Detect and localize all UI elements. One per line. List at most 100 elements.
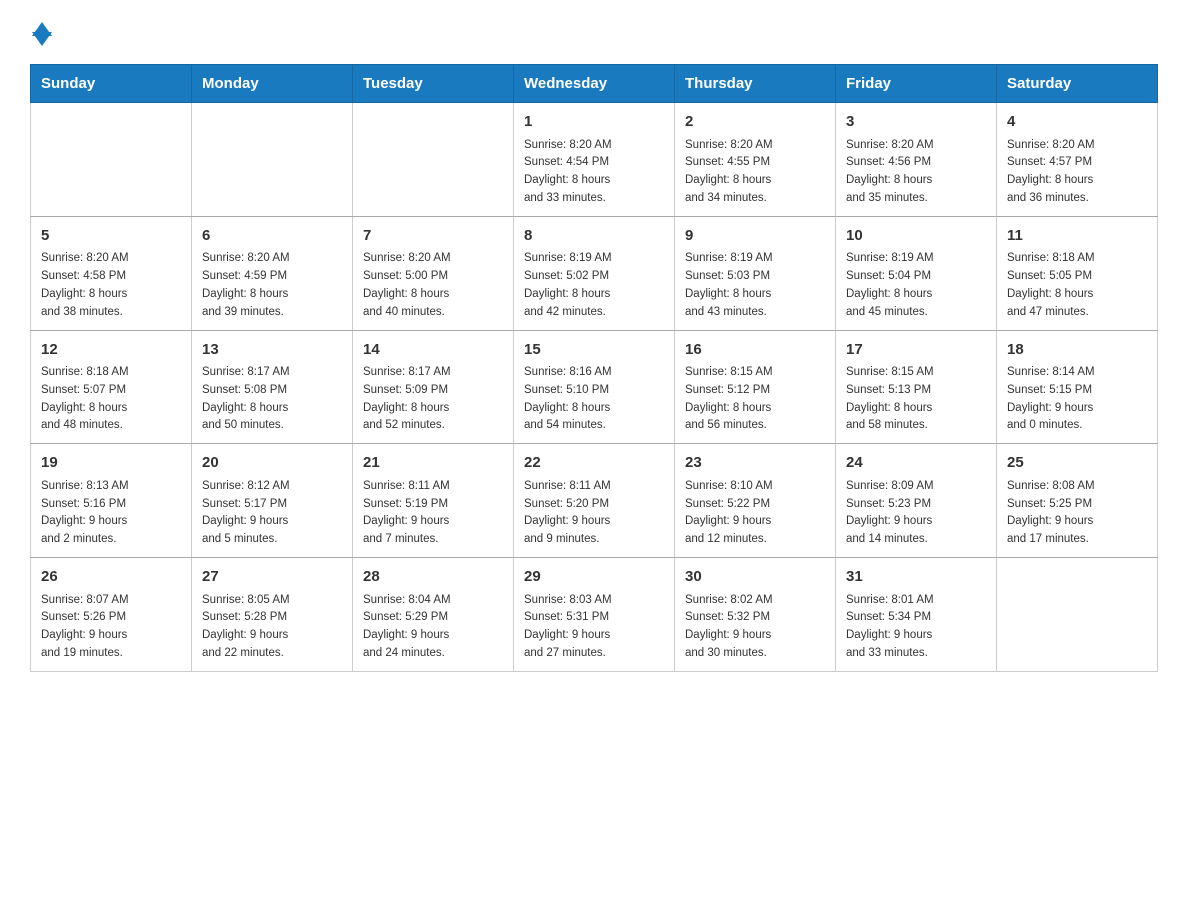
calendar-day: 21Sunrise: 8:11 AMSunset: 5:19 PMDayligh… — [353, 444, 514, 558]
calendar-day — [997, 558, 1158, 672]
calendar-week-4: 26Sunrise: 8:07 AMSunset: 5:26 PMDayligh… — [31, 558, 1158, 672]
calendar-day: 29 Sunrise: 8:03 AMSunset: 5:31 PMDayligh… — [514, 558, 675, 672]
day-number: 15 — [524, 339, 664, 362]
day-number: 3 — [846, 111, 986, 134]
day-number: 27 — [202, 566, 342, 589]
calendar-day — [192, 103, 353, 217]
day-number: 12 — [41, 339, 181, 362]
day-info: Sunrise: 8:19 AMSunset: 5:03 PMDaylight:… — [685, 250, 825, 321]
day-info: Sunrise: 8:07 AMSunset: 5:26 PMDaylight:… — [41, 592, 181, 663]
day-info: Sunrise: 8:19 AMSunset: 5:04 PMDaylight:… — [846, 250, 986, 321]
day-header-thursday: Thursday — [675, 65, 836, 103]
calendar-day — [31, 103, 192, 217]
day-number: 10 — [846, 225, 986, 248]
calendar-table: SundayMondayTuesdayWednesdayThursdayFrid… — [30, 64, 1158, 672]
day-info: Sunrise: 8:11 AMSunset: 5:20 PMDaylight:… — [524, 478, 664, 549]
day-number: 13 — [202, 339, 342, 362]
day-number: 17 — [846, 339, 986, 362]
day-number: 9 — [685, 225, 825, 248]
day-info: Sunrise: 8:20 AMSunset: 4:55 PMDaylight:… — [685, 137, 825, 208]
day-header-tuesday: Tuesday — [353, 65, 514, 103]
day-number: 18 — [1007, 339, 1147, 362]
day-info: Sunrise: 8:04 AMSunset: 5:29 PMDaylight:… — [363, 592, 503, 663]
day-info: Sunrise: 8:05 AMSunset: 5:28 PMDaylight:… — [202, 592, 342, 663]
calendar-day — [353, 103, 514, 217]
day-header-saturday: Saturday — [997, 65, 1158, 103]
calendar-week-3: 19Sunrise: 8:13 AMSunset: 5:16 PMDayligh… — [31, 444, 1158, 558]
day-info: Sunrise: 8:17 AMSunset: 5:08 PMDaylight:… — [202, 364, 342, 435]
day-number: 20 — [202, 452, 342, 475]
day-info: Sunrise: 8:19 AMSunset: 5:02 PMDaylight:… — [524, 250, 664, 321]
day-info: Sunrise: 8:01 AMSunset: 5:34 PMDaylight:… — [846, 592, 986, 663]
day-number: 11 — [1007, 225, 1147, 248]
day-number: 7 — [363, 225, 503, 248]
day-info: Sunrise: 8:15 AMSunset: 5:13 PMDaylight:… — [846, 364, 986, 435]
calendar-day: 26Sunrise: 8:07 AMSunset: 5:26 PMDayligh… — [31, 558, 192, 672]
calendar-day: 1 Sunrise: 8:20 AMSunset: 4:54 PMDaylight… — [514, 103, 675, 217]
day-info: Sunrise: 8:20 AMSunset: 4:56 PMDaylight:… — [846, 137, 986, 208]
calendar-day: 9Sunrise: 8:19 AMSunset: 5:03 PMDaylight… — [675, 216, 836, 330]
logo — [30, 20, 52, 46]
day-header-monday: Monday — [192, 65, 353, 103]
calendar-day: 23Sunrise: 8:10 AMSunset: 5:22 PMDayligh… — [675, 444, 836, 558]
calendar-day: 20 Sunrise: 8:12 AMSunset: 5:17 PMDayligh… — [192, 444, 353, 558]
calendar-day: 19Sunrise: 8:13 AMSunset: 5:16 PMDayligh… — [31, 444, 192, 558]
calendar-day: 16Sunrise: 8:15 AMSunset: 5:12 PMDayligh… — [675, 330, 836, 444]
day-info: Sunrise: 8:20 AMSunset: 4:59 PMDaylight:… — [202, 250, 342, 321]
calendar-day: 31 Sunrise: 8:01 AMSunset: 5:34 PMDayligh… — [836, 558, 997, 672]
calendar-day: 17Sunrise: 8:15 AMSunset: 5:13 PMDayligh… — [836, 330, 997, 444]
calendar-day: 13Sunrise: 8:17 AMSunset: 5:08 PMDayligh… — [192, 330, 353, 444]
day-number: 8 — [524, 225, 664, 248]
day-number: 4 — [1007, 111, 1147, 134]
day-info: Sunrise: 8:12 AMSunset: 5:17 PMDaylight:… — [202, 478, 342, 549]
day-info: Sunrise: 8:14 AMSunset: 5:15 PMDaylight:… — [1007, 364, 1147, 435]
day-info: Sunrise: 8:03 AMSunset: 5:31 PMDaylight:… — [524, 592, 664, 663]
day-number: 28 — [363, 566, 503, 589]
day-info: Sunrise: 8:13 AMSunset: 5:16 PMDaylight:… — [41, 478, 181, 549]
day-header-friday: Friday — [836, 65, 997, 103]
day-number: 1 — [524, 111, 664, 134]
day-info: Sunrise: 8:09 AMSunset: 5:23 PMDaylight:… — [846, 478, 986, 549]
day-info: Sunrise: 8:02 AMSunset: 5:32 PMDaylight:… — [685, 592, 825, 663]
day-info: Sunrise: 8:15 AMSunset: 5:12 PMDaylight:… — [685, 364, 825, 435]
logo-triangle-down — [32, 32, 52, 46]
calendar-day: 27 Sunrise: 8:05 AMSunset: 5:28 PMDayligh… — [192, 558, 353, 672]
day-number: 6 — [202, 225, 342, 248]
calendar-day: 30Sunrise: 8:02 AMSunset: 5:32 PMDayligh… — [675, 558, 836, 672]
day-info: Sunrise: 8:08 AMSunset: 5:25 PMDaylight:… — [1007, 478, 1147, 549]
calendar-day: 3 Sunrise: 8:20 AMSunset: 4:56 PMDaylight… — [836, 103, 997, 217]
day-number: 25 — [1007, 452, 1147, 475]
day-number: 5 — [41, 225, 181, 248]
calendar-day: 5Sunrise: 8:20 AMSunset: 4:58 PMDaylight… — [31, 216, 192, 330]
day-info: Sunrise: 8:20 AMSunset: 4:57 PMDaylight:… — [1007, 137, 1147, 208]
calendar-day: 7Sunrise: 8:20 AMSunset: 5:00 PMDaylight… — [353, 216, 514, 330]
day-info: Sunrise: 8:11 AMSunset: 5:19 PMDaylight:… — [363, 478, 503, 549]
day-info: Sunrise: 8:20 AMSunset: 5:00 PMDaylight:… — [363, 250, 503, 321]
calendar-day: 14Sunrise: 8:17 AMSunset: 5:09 PMDayligh… — [353, 330, 514, 444]
calendar-header-row: SundayMondayTuesdayWednesdayThursdayFrid… — [31, 65, 1158, 103]
calendar-day: 25 Sunrise: 8:08 AMSunset: 5:25 PMDayligh… — [997, 444, 1158, 558]
day-number: 22 — [524, 452, 664, 475]
calendar-day: 18Sunrise: 8:14 AMSunset: 5:15 PMDayligh… — [997, 330, 1158, 444]
day-info: Sunrise: 8:18 AMSunset: 5:05 PMDaylight:… — [1007, 250, 1147, 321]
day-info: Sunrise: 8:16 AMSunset: 5:10 PMDaylight:… — [524, 364, 664, 435]
day-header-sunday: Sunday — [31, 65, 192, 103]
day-number: 24 — [846, 452, 986, 475]
calendar-day: 10Sunrise: 8:19 AMSunset: 5:04 PMDayligh… — [836, 216, 997, 330]
calendar-day: 12Sunrise: 8:18 AMSunset: 5:07 PMDayligh… — [31, 330, 192, 444]
page-header — [30, 20, 1158, 46]
calendar-week-0: 1 Sunrise: 8:20 AMSunset: 4:54 PMDaylight… — [31, 103, 1158, 217]
calendar-day: 4 Sunrise: 8:20 AMSunset: 4:57 PMDaylight… — [997, 103, 1158, 217]
calendar-day: 15Sunrise: 8:16 AMSunset: 5:10 PMDayligh… — [514, 330, 675, 444]
day-info: Sunrise: 8:20 AMSunset: 4:54 PMDaylight:… — [524, 137, 664, 208]
calendar-day: 22 Sunrise: 8:11 AMSunset: 5:20 PMDayligh… — [514, 444, 675, 558]
day-info: Sunrise: 8:17 AMSunset: 5:09 PMDaylight:… — [363, 364, 503, 435]
day-info: Sunrise: 8:20 AMSunset: 4:58 PMDaylight:… — [41, 250, 181, 321]
day-number: 31 — [846, 566, 986, 589]
calendar-week-1: 5Sunrise: 8:20 AMSunset: 4:58 PMDaylight… — [31, 216, 1158, 330]
calendar-day: 8Sunrise: 8:19 AMSunset: 5:02 PMDaylight… — [514, 216, 675, 330]
day-number: 29 — [524, 566, 664, 589]
day-info: Sunrise: 8:18 AMSunset: 5:07 PMDaylight:… — [41, 364, 181, 435]
day-number: 14 — [363, 339, 503, 362]
day-number: 16 — [685, 339, 825, 362]
